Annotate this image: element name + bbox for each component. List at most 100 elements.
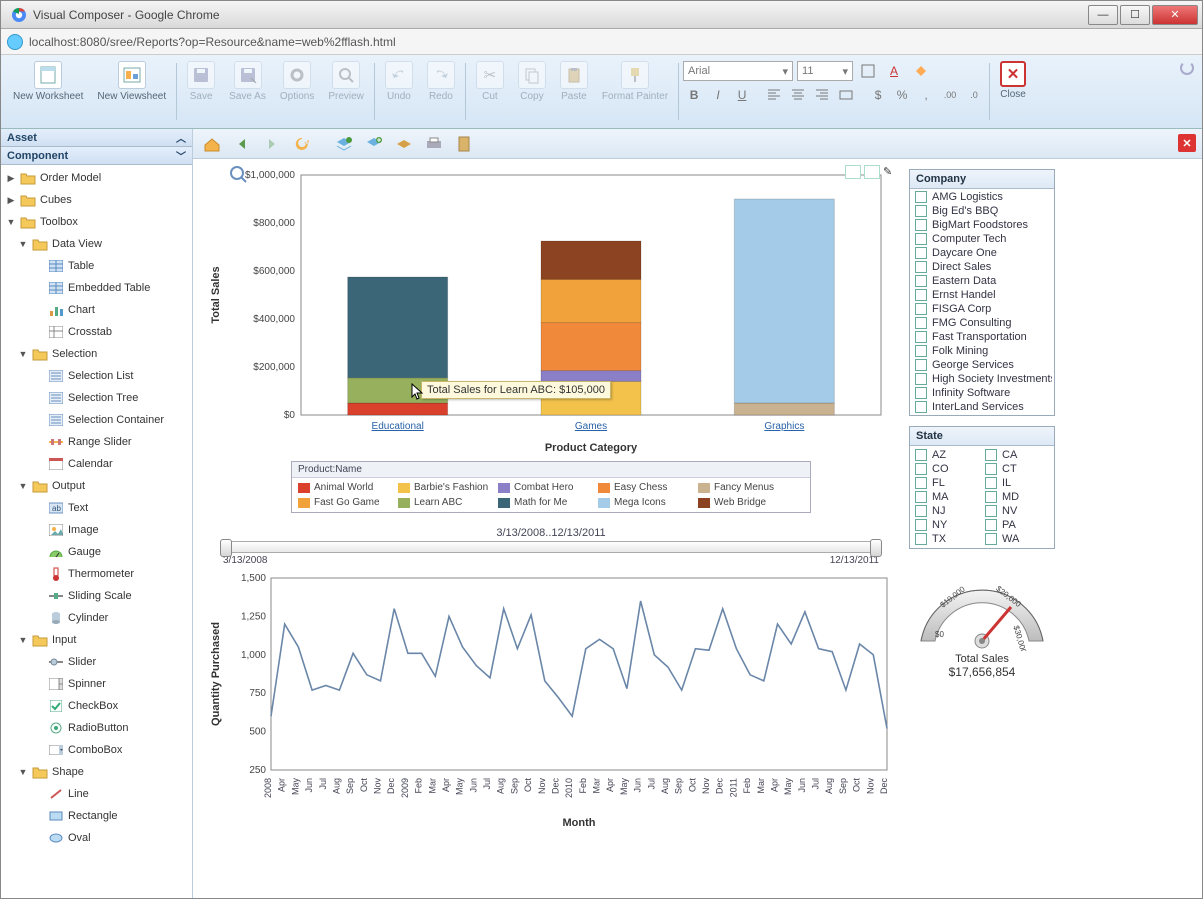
state-item[interactable]: TX — [912, 532, 982, 546]
state-item[interactable]: WA — [982, 532, 1052, 546]
company-item[interactable]: FISGA Corp — [912, 302, 1052, 316]
checkbox-icon[interactable] — [915, 317, 927, 329]
company-item[interactable]: Fast Transportation — [912, 330, 1052, 344]
tree-node[interactable]: abText — [1, 497, 192, 519]
checkbox-icon[interactable] — [915, 275, 927, 287]
tree-node[interactable]: CheckBox — [1, 695, 192, 717]
tree-node[interactable]: Cylinder — [1, 607, 192, 629]
redo-button[interactable]: Redo — [421, 59, 461, 104]
align-right-button[interactable] — [811, 85, 833, 105]
save-button[interactable]: Save — [181, 59, 221, 104]
checkbox-icon[interactable] — [915, 205, 927, 217]
tool-clipboard-button[interactable] — [451, 132, 477, 156]
tree-node[interactable]: Selection Container — [1, 409, 192, 431]
underline-button[interactable]: U — [731, 85, 753, 105]
italic-button[interactable]: I — [707, 85, 729, 105]
component-header[interactable]: Component﹀ — [1, 147, 192, 165]
tree-node[interactable]: Selection List — [1, 365, 192, 387]
new-worksheet-button[interactable]: New Worksheet — [7, 59, 89, 104]
checkbox-icon[interactable] — [915, 247, 927, 259]
tree-node[interactable]: Crosstab — [1, 321, 192, 343]
legend-item[interactable]: Animal World — [296, 480, 396, 495]
state-item[interactable]: MD — [982, 490, 1052, 504]
company-item[interactable]: BigMart Foodstores — [912, 218, 1052, 232]
back-button[interactable] — [229, 132, 255, 156]
tool-send-back-button[interactable] — [391, 132, 417, 156]
legend-item[interactable]: Web Bridge — [696, 495, 796, 510]
checkbox-icon[interactable] — [915, 373, 927, 385]
tool-print-button[interactable] — [421, 132, 447, 156]
company-item[interactable]: Folk Mining — [912, 344, 1052, 358]
checkbox-icon[interactable] — [985, 519, 997, 531]
save-as-button[interactable]: Save As — [223, 59, 272, 104]
tree-node[interactable]: ▼Toolbox — [1, 211, 192, 233]
align-left-button[interactable] — [763, 85, 785, 105]
address-url[interactable]: localhost:8080/sree/Reports?op=Resource&… — [29, 35, 1196, 49]
increase-decimal-button[interactable]: .00 — [939, 85, 961, 105]
tree-node[interactable]: Slider — [1, 651, 192, 673]
slider-track[interactable] — [223, 541, 879, 553]
tree-node[interactable]: Embedded Table — [1, 277, 192, 299]
tree-node[interactable]: ▶Cubes — [1, 189, 192, 211]
checkbox-icon[interactable] — [985, 477, 997, 489]
percent-format-button[interactable]: % — [891, 85, 913, 105]
checkbox-icon[interactable] — [915, 387, 927, 399]
legend-item[interactable]: Fancy Menus — [696, 480, 796, 495]
font-name-combo[interactable]: Arial▾ — [683, 61, 793, 81]
legend-item[interactable]: Learn ABC — [396, 495, 496, 510]
forward-button[interactable] — [259, 132, 285, 156]
borders-button[interactable] — [857, 61, 879, 81]
window-minimize-button[interactable]: — — [1088, 5, 1118, 25]
checkbox-icon[interactable] — [985, 533, 997, 545]
canvas-close-button[interactable]: ✕ — [1178, 134, 1196, 152]
paste-button[interactable]: Paste — [554, 59, 594, 104]
slider-handle-start[interactable] — [220, 539, 232, 557]
tree-node[interactable]: Selection Tree — [1, 387, 192, 409]
ribbon-close-button[interactable]: ✕ Close — [994, 59, 1032, 102]
cut-button[interactable]: ✂Cut — [470, 59, 510, 104]
tree-node[interactable]: Chart — [1, 299, 192, 321]
state-item[interactable]: NJ — [912, 504, 982, 518]
checkbox-icon[interactable] — [915, 519, 927, 531]
checkbox-icon[interactable] — [985, 449, 997, 461]
checkbox-icon[interactable] — [985, 491, 997, 503]
state-item[interactable]: MA — [912, 490, 982, 504]
checkbox-icon[interactable] — [915, 289, 927, 301]
line-chart[interactable]: 2505007501,0001,2501,500Quantity Purchas… — [201, 570, 901, 830]
home-button[interactable] — [199, 132, 225, 156]
company-item[interactable]: Computer Tech — [912, 232, 1052, 246]
company-item[interactable]: Infinity Software — [912, 386, 1052, 400]
tree-node[interactable]: ▼Input — [1, 629, 192, 651]
company-item[interactable]: Big Ed's BBQ — [912, 204, 1052, 218]
tree-node[interactable]: ▼Selection — [1, 343, 192, 365]
comma-format-button[interactable]: , — [915, 85, 937, 105]
tree-node[interactable]: Line — [1, 783, 192, 805]
chart-grid-button[interactable] — [845, 165, 861, 179]
tree-node[interactable]: Oval — [1, 827, 192, 849]
company-item[interactable]: George Services — [912, 358, 1052, 372]
state-item[interactable]: CT — [982, 462, 1052, 476]
currency-format-button[interactable]: $ — [867, 85, 889, 105]
stacked-bar-chart[interactable]: ✎ $0$200,000$400,000$600,000$800,000$1,0… — [201, 165, 901, 513]
fill-color-button[interactable] — [909, 61, 931, 81]
checkbox-icon[interactable] — [915, 191, 927, 203]
legend-item[interactable]: Math for Me — [496, 495, 596, 510]
tree-node[interactable]: Thermometer — [1, 563, 192, 585]
tree-node[interactable]: Range Slider — [1, 431, 192, 453]
state-item[interactable]: CA — [982, 448, 1052, 462]
company-item[interactable]: Daycare One — [912, 246, 1052, 260]
tree-node[interactable]: Rectangle — [1, 805, 192, 827]
merge-button[interactable] — [835, 85, 857, 105]
legend-item[interactable]: Combat Hero — [496, 480, 596, 495]
company-item[interactable]: Direct Sales — [912, 260, 1052, 274]
align-center-button[interactable] — [787, 85, 809, 105]
company-item[interactable]: High Society Investments — [912, 372, 1052, 386]
checkbox-icon[interactable] — [915, 233, 927, 245]
tree-node[interactable]: ▼Shape — [1, 761, 192, 783]
checkbox-icon[interactable] — [915, 533, 927, 545]
copy-button[interactable]: Copy — [512, 59, 552, 104]
refresh-button[interactable] — [289, 132, 315, 156]
font-color-button[interactable]: A — [883, 61, 905, 81]
tree-node[interactable]: Calendar — [1, 453, 192, 475]
date-range-slider[interactable]: 3/13/2008..12/13/2011 3/13/2008 12/13/20… — [223, 527, 879, 566]
